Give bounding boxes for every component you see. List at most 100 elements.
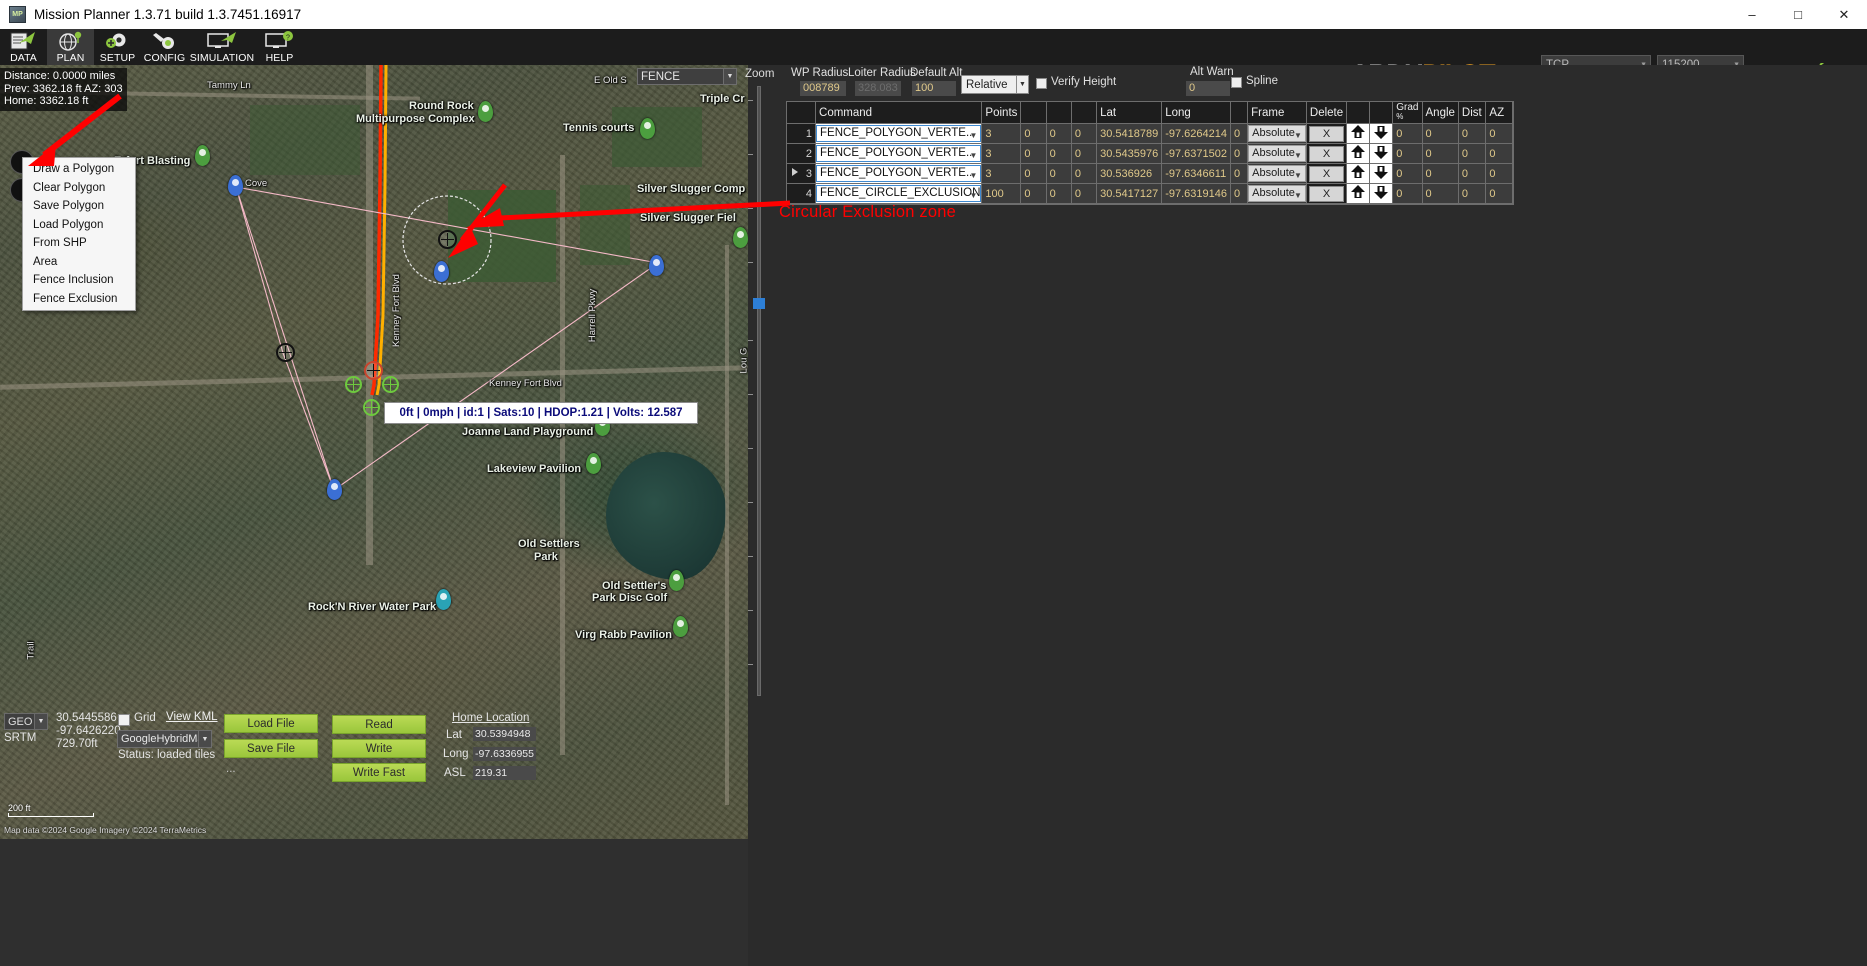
chevron-down-icon[interactable]: ▼ — [1016, 75, 1029, 94]
tab-config[interactable]: CONFIG — [141, 29, 188, 65]
command-cell[interactable]: FENCE_POLYGON_VERTE...▼ — [816, 144, 982, 164]
circle-fence-center-marker[interactable] — [438, 230, 457, 249]
tab-setup[interactable]: SETUP — [94, 29, 141, 65]
row-number-cell[interactable]: 3 — [787, 164, 816, 184]
save-file-button[interactable]: Save File — [224, 739, 318, 758]
delete-cell[interactable]: X — [1306, 144, 1346, 164]
param4-cell[interactable]: 0 — [1071, 184, 1096, 204]
map-waypoint-pin[interactable] — [649, 255, 664, 276]
arrow-down-icon[interactable] — [1372, 184, 1390, 200]
row-number-cell[interactable]: 4 — [787, 184, 816, 204]
chevron-down-icon[interactable]: ▼ — [34, 713, 48, 730]
param4-cell[interactable]: 0 — [1071, 164, 1096, 184]
long-cell[interactable]: -97.6346611 — [1162, 164, 1231, 184]
move-up-cell[interactable] — [1347, 144, 1370, 164]
lat-cell[interactable]: 30.5435976 — [1097, 144, 1162, 164]
delete-cell[interactable]: X — [1306, 124, 1346, 144]
move-up-cell[interactable] — [1347, 124, 1370, 144]
long-cell[interactable]: -97.6319146 — [1162, 184, 1231, 204]
map-waypoint-pin[interactable] — [434, 261, 449, 282]
maximize-button[interactable]: □ — [1775, 0, 1821, 29]
alt-warn-value[interactable]: 0 — [1186, 81, 1230, 96]
delete-row-button[interactable]: X — [1309, 126, 1344, 142]
polygon-vertex-marker[interactable] — [276, 343, 295, 362]
menu-item-clear-polygon[interactable]: Clear Polygon — [23, 179, 135, 198]
alt-cell[interactable]: 0 — [1231, 164, 1248, 184]
command-cell[interactable]: FENCE_POLYGON_VERTE...▼ — [816, 124, 982, 144]
delete-cell[interactable]: X — [1306, 164, 1346, 184]
view-kml-link[interactable]: View KML — [166, 711, 218, 723]
arrow-up-icon[interactable] — [1349, 124, 1367, 140]
points-cell[interactable]: 100 — [982, 184, 1021, 204]
param2-cell[interactable]: 0 — [1021, 164, 1046, 184]
points-cell[interactable]: 3 — [982, 164, 1021, 184]
menu-item-fence-exclusion[interactable]: Fence Exclusion — [23, 290, 135, 309]
arrow-down-icon[interactable] — [1372, 144, 1390, 160]
param3-cell[interactable]: 0 — [1046, 144, 1071, 164]
param3-cell[interactable]: 0 — [1046, 184, 1071, 204]
zoom-slider[interactable] — [757, 86, 761, 696]
map-poi-pin[interactable] — [669, 570, 684, 591]
home-asl-value[interactable]: 219.31 — [473, 766, 536, 780]
map-poi-pin[interactable] — [733, 227, 748, 248]
param2-cell[interactable]: 0 — [1021, 124, 1046, 144]
map-waypoint-pin[interactable] — [327, 479, 342, 500]
delete-row-button[interactable]: X — [1309, 186, 1344, 202]
map-provider-combo[interactable]: GoogleHybridMap — [117, 730, 199, 748]
tab-help[interactable]: ? HELP — [256, 29, 303, 65]
delete-row-button[interactable]: X — [1309, 146, 1344, 162]
points-cell[interactable]: 3 — [982, 124, 1021, 144]
command-combo[interactable]: FENCE_CIRCLE_EXCLUSION▼ — [816, 185, 981, 202]
row-number-cell[interactable]: 2 — [787, 144, 816, 164]
frame-combo[interactable]: Absolute▼ — [1248, 165, 1306, 182]
param2-cell[interactable]: 0 — [1021, 184, 1046, 204]
param4-cell[interactable]: 0 — [1071, 124, 1096, 144]
move-up-cell[interactable] — [1347, 164, 1370, 184]
param3-cell[interactable]: 0 — [1046, 164, 1071, 184]
param2-cell[interactable]: 0 — [1021, 144, 1046, 164]
frame-cell[interactable]: Absolute▼ — [1248, 184, 1307, 204]
verify-height-checkbox[interactable] — [1036, 78, 1047, 89]
arrow-up-icon[interactable] — [1349, 184, 1367, 200]
command-cell[interactable]: FENCE_CIRCLE_EXCLUSION▼ — [816, 184, 982, 204]
table-row[interactable]: 1FENCE_POLYGON_VERTE...▼300030.5418789-9… — [787, 124, 1513, 144]
map-context-menu[interactable]: Draw a Polygon Clear Polygon Save Polygo… — [22, 157, 136, 311]
wp-radius-value[interactable]: 008789 — [800, 81, 846, 96]
load-file-button[interactable]: Load File — [224, 714, 318, 733]
menu-item-area[interactable]: Area — [23, 253, 135, 272]
frame-combo[interactable]: Absolute▼ — [1248, 145, 1306, 162]
command-cell[interactable]: FENCE_POLYGON_VERTE...▼ — [816, 164, 982, 184]
points-cell[interactable]: 3 — [982, 144, 1021, 164]
frame-cell[interactable]: Absolute▼ — [1248, 124, 1307, 144]
map-poi-pin[interactable] — [195, 145, 210, 166]
move-down-cell[interactable] — [1370, 164, 1393, 184]
command-combo[interactable]: FENCE_POLYGON_VERTE...▼ — [816, 165, 981, 182]
menu-item-draw-a-polygon[interactable]: Draw a Polygon — [23, 160, 135, 179]
minimize-button[interactable]: – — [1729, 0, 1775, 29]
chevron-down-icon[interactable]: ▼ — [723, 68, 737, 85]
alt-cell[interactable]: 0 — [1231, 144, 1248, 164]
tab-data[interactable]: DATA — [0, 29, 47, 65]
menu-item-save-polygon[interactable]: Save Polygon — [23, 197, 135, 216]
fence-type-combo[interactable]: FENCE — [637, 68, 737, 85]
alt-cell[interactable]: 0 — [1231, 184, 1248, 204]
arrow-up-icon[interactable] — [1349, 144, 1367, 160]
menu-item-from-shp[interactable]: From SHP — [23, 234, 135, 253]
table-row[interactable]: 4FENCE_CIRCLE_EXCLUSION▼10000030.5417127… — [787, 184, 1513, 204]
long-cell[interactable]: -97.6371502 — [1162, 144, 1231, 164]
menu-item-load-polygon[interactable]: Load Polygon — [23, 216, 135, 235]
frame-cell[interactable]: Absolute▼ — [1248, 144, 1307, 164]
waypoint-table[interactable]: Command Points Lat Long Frame Delete Gra… — [786, 101, 1514, 205]
frame-combo[interactable]: Absolute▼ — [1248, 185, 1306, 202]
command-combo[interactable]: FENCE_POLYGON_VERTE...▼ — [816, 125, 981, 142]
delete-cell[interactable]: X — [1306, 184, 1346, 204]
map-poi-pin[interactable] — [436, 589, 451, 610]
map-waypoint-pin[interactable] — [228, 175, 243, 196]
spline-checkbox[interactable] — [1231, 77, 1242, 88]
menu-item-fence-inclusion[interactable]: Fence Inclusion — [23, 271, 135, 290]
close-button[interactable]: ✕ — [1821, 0, 1867, 29]
vehicle-marker[interactable] — [364, 361, 383, 380]
move-up-cell[interactable] — [1347, 184, 1370, 204]
arrow-down-icon[interactable] — [1372, 124, 1390, 140]
map-poi-pin[interactable] — [640, 118, 655, 139]
